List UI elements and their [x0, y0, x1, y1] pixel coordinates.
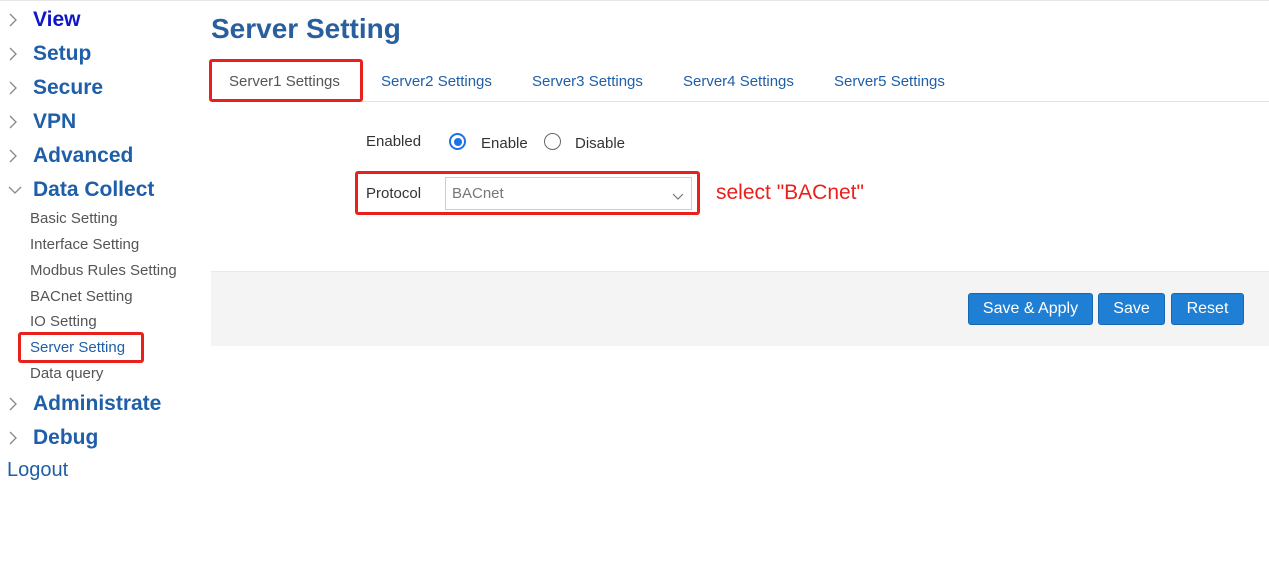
protocol-select[interactable]: BACnet [445, 177, 692, 210]
disable-radio[interactable] [544, 133, 561, 150]
sidebar-item-label: Data Collect [33, 178, 155, 201]
chevron-right-icon [7, 12, 33, 28]
tab-server5-settings[interactable]: Server5 Settings [834, 61, 945, 102]
disable-radio-label: Disable [575, 135, 626, 152]
chevron-right-icon [7, 430, 33, 446]
sidebar-item-view[interactable]: View [7, 6, 80, 34]
chevron-right-icon [7, 114, 33, 130]
sidebar-item-setup[interactable]: Setup [7, 40, 91, 68]
tab-server1-settings[interactable]: Server1 Settings [229, 61, 340, 102]
protocol-select-value: BACnet [452, 185, 504, 202]
enable-radio-label: Enable [481, 135, 528, 152]
sidebar-item-label: Secure [33, 76, 104, 99]
chevron-right-icon [7, 148, 33, 164]
annotation-text: select "BACnet" [716, 181, 864, 204]
tab-server3-settings[interactable]: Server3 Settings [532, 61, 643, 102]
sidebar-item-advanced[interactable]: Advanced [7, 142, 133, 170]
sidebar-subitem-modbus-rules-setting[interactable]: Modbus Rules Setting [30, 260, 177, 282]
chevron-right-icon [7, 80, 33, 96]
sidebar-item-label: Administrate [33, 392, 162, 415]
chevron-right-icon [7, 46, 33, 62]
reset-button[interactable]: Reset [1171, 293, 1244, 325]
sidebar-subitem-io-setting[interactable]: IO Setting [30, 311, 97, 333]
sidebar-subitem-bacnet-setting[interactable]: BACnet Setting [30, 286, 133, 308]
save-button[interactable]: Save [1098, 293, 1165, 325]
save-apply-button[interactable]: Save & Apply [968, 293, 1093, 325]
sidebar-item-vpn[interactable]: VPN [7, 108, 76, 136]
sidebar-item-data-collect[interactable]: Data Collect [7, 176, 154, 204]
sidebar-subitem-basic-setting[interactable]: Basic Setting [30, 208, 118, 230]
chevron-right-icon [7, 396, 33, 412]
sidebar-item-label: Advanced [33, 144, 134, 167]
enabled-label: Enabled [366, 133, 422, 150]
chevron-down-icon [672, 188, 684, 206]
sidebar-item-label: Setup [33, 42, 92, 65]
enable-radio[interactable] [449, 133, 466, 150]
page-title: Server Setting [211, 13, 401, 44]
logout-link[interactable]: Logout [7, 459, 68, 482]
sidebar-item-secure[interactable]: Secure [7, 74, 103, 102]
sidebar-subitem-server-setting[interactable]: Server Setting [30, 337, 125, 359]
sidebar-item-administrate[interactable]: Administrate [7, 390, 161, 418]
tab-bar: Server1 Settings Server2 Settings Server… [211, 61, 1269, 102]
sidebar-item-debug[interactable]: Debug [7, 424, 98, 452]
sidebar-subitem-interface-setting[interactable]: Interface Setting [30, 234, 139, 256]
protocol-label: Protocol [366, 185, 422, 202]
tab-server4-settings[interactable]: Server4 Settings [683, 61, 794, 102]
tab-server2-settings[interactable]: Server2 Settings [381, 61, 492, 102]
sidebar-item-label: Debug [33, 426, 99, 449]
sidebar-subitem-data-query[interactable]: Data query [30, 363, 103, 385]
sidebar-item-label: VPN [33, 110, 77, 133]
sidebar-item-label: View [33, 8, 81, 31]
chevron-down-icon [7, 184, 33, 196]
